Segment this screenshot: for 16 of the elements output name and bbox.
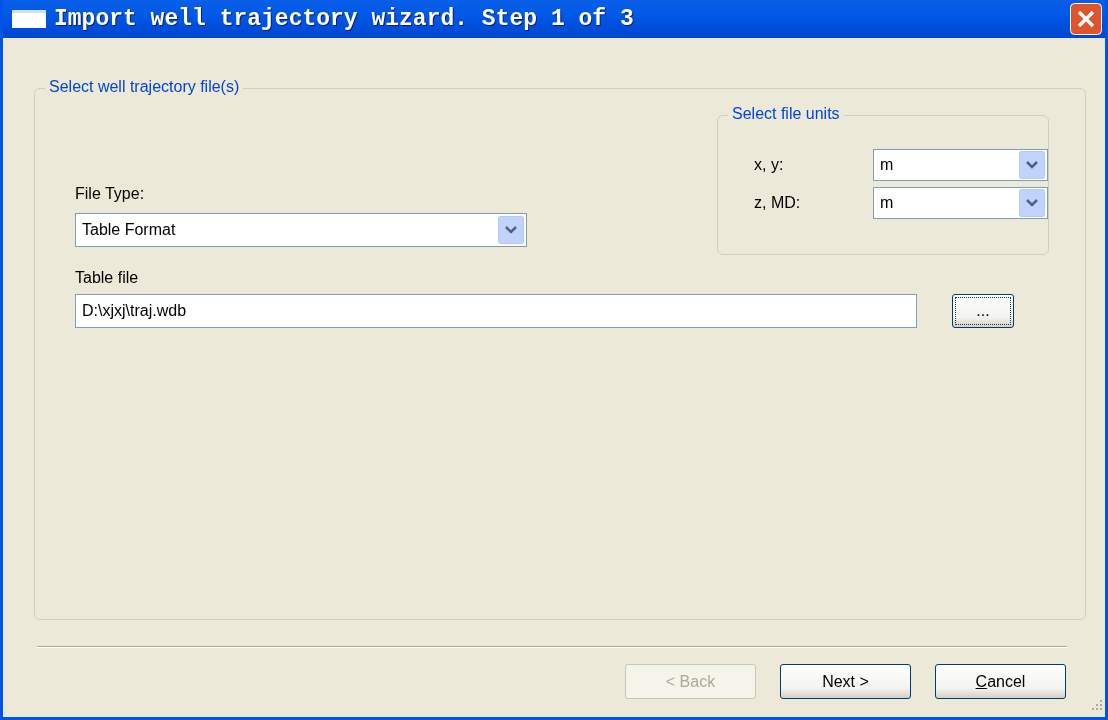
dropdown[interactable]: m — [873, 149, 1048, 181]
resize-grip-icon[interactable] — [1091, 699, 1103, 711]
group-title: Select well trajectory file(s) — [45, 78, 244, 96]
field-label: Table file — [75, 268, 140, 288]
next-button[interactable]: Next > — [780, 664, 911, 699]
cancel-button[interactable]: Cancel — [935, 664, 1066, 699]
browse-button[interactable]: ... — [952, 294, 1014, 328]
window-title: Import well trajectory wizard. Step 1 of 3 — [54, 6, 635, 32]
dropdown[interactable]: Table Format — [75, 213, 527, 247]
file-path-field[interactable]: D:\xjxj\traj.wdb — [75, 294, 917, 328]
window-icon — [12, 10, 46, 28]
field-label: File Type: — [75, 184, 146, 204]
close-icon[interactable] — [1070, 3, 1102, 35]
dropdown[interactable]: m — [873, 187, 1048, 219]
field-label: z, MD: — [754, 193, 802, 213]
field-label: x, y: — [754, 155, 785, 175]
